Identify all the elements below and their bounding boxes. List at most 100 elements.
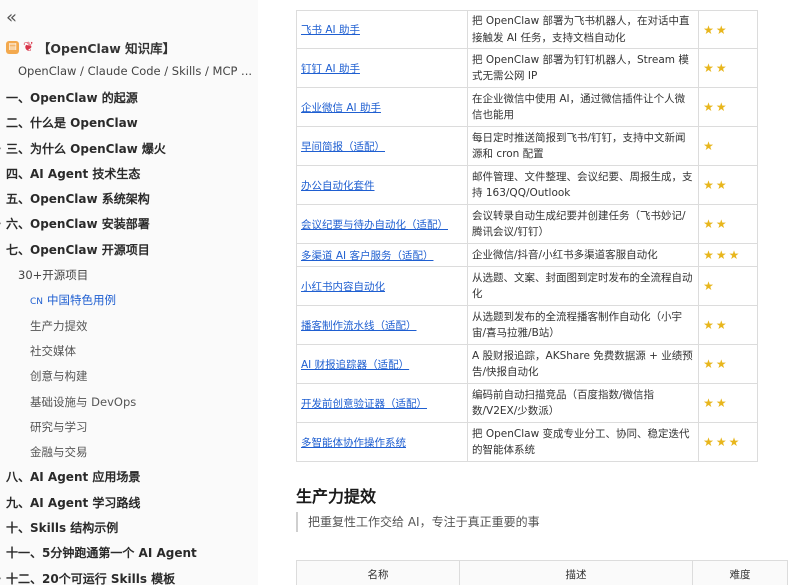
- star-icon: ★: [703, 318, 714, 332]
- tool-name-cell: 开发前创意验证器（适配）: [295, 383, 469, 423]
- sidebar-item[interactable]: › 六、OpenClaw 安装部署: [0, 212, 258, 237]
- star-icon: ★: [703, 279, 714, 293]
- tool-link[interactable]: 多智能体协作操作系统: [301, 437, 406, 449]
- tool-name-cell: 多渠道 AI 客户服务（适配）: [295, 243, 469, 267]
- star-rating: ★ ★: [698, 305, 758, 345]
- table-row: 多渠道 AI 客户服务（适配） 企业微信/抖音/小红书多渠道客服自动化 ★ ★ ★: [295, 243, 758, 267]
- sidebar-item[interactable]: 二、什么是 OpenClaw: [0, 111, 258, 136]
- sidebar-nav: 一、OpenClaw 的起源二、什么是 OpenClaw › 三、为什么 OpenC…: [0, 86, 258, 585]
- sidebar-item-label: 三、为什么 OpenClaw 爆火: [6, 141, 166, 156]
- star-icon: ★: [715, 178, 727, 192]
- star-icon: ★: [703, 100, 714, 114]
- tool-name-cell: AI 财报追踪器（适配）: [295, 344, 469, 384]
- sidebar: « ▤ ❦ 【OpenClaw 知识库】 OpenClaw / Claude C…: [0, 0, 258, 585]
- sidebar-item[interactable]: › 三、为什么 OpenClaw 爆火: [0, 137, 258, 162]
- sidebar-item-label: 30+开源项目: [18, 268, 89, 283]
- sidebar-item-label: 十一、5分钟跑通第一个 AI Agent: [6, 546, 197, 561]
- tool-name-cell: 企业微信 AI 助手: [295, 87, 469, 127]
- sidebar-item-label: 研究与学习: [30, 419, 88, 434]
- table-row: 企业微信 AI 助手 在企业微信中使用 AI，通过微信插件让个人微信也能用 ★ ★: [295, 87, 758, 127]
- sidebar-item[interactable]: 四、AI Agent 技术生态: [0, 162, 258, 187]
- star-rating: ★: [698, 126, 758, 166]
- table-row: 早间简报（适配） 每日定时推送简报到飞书/钉钉，支持中文新闻源和 cron 配置 ★: [295, 126, 758, 166]
- tool-link[interactable]: 小红书内容自动化: [301, 281, 385, 293]
- tool-link[interactable]: 飞书 AI 助手: [301, 24, 360, 36]
- sidebar-item[interactable]: › 十二、20个可运行 Skills 模板: [0, 567, 258, 585]
- tool-link[interactable]: 开发前创意验证器（适配）: [301, 398, 427, 410]
- chevrons-left-icon[interactable]: «: [6, 8, 17, 28]
- expand-arrow-icon[interactable]: ›: [0, 212, 2, 237]
- tool-name-cell: 多智能体协作操作系统: [295, 422, 469, 462]
- sidebar-item-label: 四、AI Agent 技术生态: [6, 166, 141, 181]
- section-quote: 把重复性工作交给 AI，专注于真正重要的事: [296, 512, 540, 532]
- tool-name-cell: 钉钉 AI 助手: [295, 48, 469, 88]
- expand-arrow-icon[interactable]: ›: [0, 567, 2, 585]
- sidebar-item[interactable]: 金融与交易: [0, 440, 258, 465]
- sidebar-item[interactable]: CN 中国特色用例: [0, 288, 258, 313]
- column-header-difficulty: 难度: [692, 560, 788, 585]
- tool-description: 从选题、文案、封面图到定时发布的全流程自动化: [467, 266, 700, 306]
- sidebar-item[interactable]: 九、AI Agent 学习路线: [0, 491, 258, 516]
- star-rating: ★ ★: [698, 87, 758, 127]
- sidebar-item[interactable]: 五、OpenClaw 系统架构: [0, 187, 258, 212]
- tool-name-cell: 小红书内容自动化: [295, 266, 469, 306]
- sidebar-item[interactable]: 一、OpenClaw 的起源: [0, 86, 258, 111]
- star-icon: ★: [715, 61, 727, 75]
- sidebar-item[interactable]: 十、Skills 结构示例: [0, 516, 258, 541]
- star-rating: ★ ★: [698, 10, 758, 49]
- sidebar-item-label: 九、AI Agent 学习路线: [6, 495, 141, 510]
- sidebar-item[interactable]: 30+开源项目: [0, 263, 258, 288]
- tool-link[interactable]: 办公自动化套件: [301, 180, 375, 192]
- tool-description: A 股财报追踪，AKShare 免费数据源 + 业绩预告/快报自动化: [467, 344, 700, 384]
- star-icon: ★: [703, 217, 714, 231]
- star-icon: ★: [728, 435, 740, 449]
- tool-name-cell: 办公自动化套件: [295, 165, 469, 205]
- star-icon: ★: [715, 217, 727, 231]
- tool-link[interactable]: 会议纪要与待办自动化（适配）: [301, 219, 448, 231]
- sidebar-item-label: 二、什么是 OpenClaw: [6, 116, 138, 131]
- sidebar-item-label: 生产力提效: [30, 318, 88, 333]
- sidebar-item-label: 五、OpenClaw 系统架构: [6, 192, 150, 207]
- kb-title-text: 【OpenClaw 知识库】: [37, 41, 176, 56]
- chinese-use-cases-table: 飞书 AI 助手 把 OpenClaw 部署为飞书机器人，在对话中直接触发 AI …: [295, 10, 758, 462]
- expand-arrow-icon[interactable]: ›: [0, 137, 2, 162]
- tool-link[interactable]: 早间简报（适配）: [301, 141, 385, 153]
- sidebar-item-label: 十、Skills 结构示例: [6, 521, 119, 536]
- tool-description: 编码前自动扫描竞品（百度指数/微信指数/V2EX/少数派）: [467, 383, 700, 423]
- sidebar-item-label: 基础设施与 DevOps: [30, 394, 137, 409]
- sidebar-item[interactable]: 社交媒体: [0, 339, 258, 364]
- star-icon: ★: [715, 248, 727, 262]
- star-rating: ★ ★: [698, 383, 758, 423]
- sidebar-item[interactable]: 十一、5分钟跑通第一个 AI Agent: [0, 541, 258, 566]
- sidebar-item-label: 中国特色用例: [47, 293, 117, 308]
- tool-link[interactable]: 企业微信 AI 助手: [301, 102, 381, 114]
- table-row: 开发前创意验证器（适配） 编码前自动扫描竞品（百度指数/微信指数/V2EX/少数派…: [295, 383, 758, 423]
- sidebar-item[interactable]: 生产力提效: [0, 314, 258, 339]
- tool-link[interactable]: 多渠道 AI 客户服务（适配）: [301, 250, 433, 262]
- knowledge-base-title[interactable]: ▤ ❦ 【OpenClaw 知识库】: [6, 38, 175, 57]
- star-icon: ★: [703, 178, 714, 192]
- sidebar-item[interactable]: 七、OpenClaw 开源项目: [0, 238, 258, 263]
- tool-description: 邮件管理、文件整理、会议纪要、周报生成，支持 163/QQ/Outlook: [467, 165, 700, 205]
- star-icon: ★: [715, 396, 727, 410]
- star-icon: ★: [715, 318, 727, 332]
- tool-link[interactable]: AI 财报追踪器（适配）: [301, 359, 409, 371]
- star-rating: ★: [698, 266, 758, 306]
- table-row: 多智能体协作操作系统 把 OpenClaw 变成专业分工、协同、稳定迭代的智能体系…: [295, 422, 758, 462]
- sidebar-item[interactable]: 基础设施与 DevOps: [0, 390, 258, 415]
- tool-link[interactable]: 钉钉 AI 助手: [301, 63, 360, 75]
- tool-name-cell: 早间简报（适配）: [295, 126, 469, 166]
- tool-description: 会议转录自动生成纪要并创建任务（飞书妙记/腾讯会议/钉钉）: [467, 204, 700, 244]
- star-rating: ★ ★: [698, 165, 758, 205]
- tool-link[interactable]: 播客制作流水线（适配）: [301, 320, 417, 332]
- sidebar-item[interactable]: 八、AI Agent 应用场景: [0, 465, 258, 490]
- column-header-description: 描述: [459, 560, 693, 585]
- section-title: 生产力提效: [296, 487, 377, 506]
- tool-description: 在企业微信中使用 AI，通过微信插件让个人微信也能用: [467, 87, 700, 127]
- sidebar-item[interactable]: 研究与学习: [0, 415, 258, 440]
- sidebar-item[interactable]: 创意与构建: [0, 364, 258, 389]
- star-rating: ★ ★ ★: [698, 422, 758, 462]
- star-rating: ★ ★ ★: [698, 243, 758, 267]
- sidebar-item-label: 一、OpenClaw 的起源: [6, 91, 138, 105]
- table-row: 小红书内容自动化 从选题、文案、封面图到定时发布的全流程自动化 ★: [295, 266, 758, 306]
